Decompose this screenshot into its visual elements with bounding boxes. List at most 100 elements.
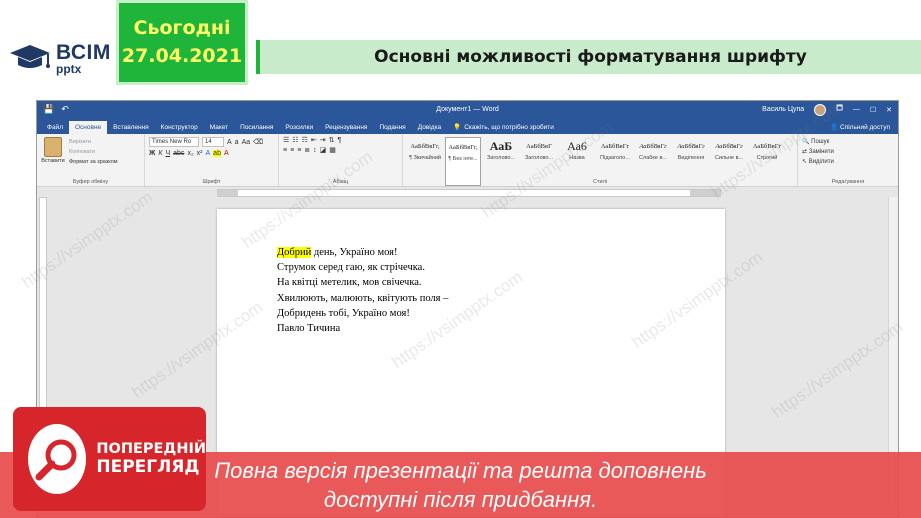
document-author: Павло Тичина — [277, 323, 341, 335]
tab-mailings[interactable]: Розсилки — [279, 124, 319, 134]
tab-help[interactable]: Довідка — [412, 124, 447, 134]
lightbulb-icon: 💡 — [453, 124, 462, 131]
font-size-select[interactable]: 14 — [202, 137, 224, 147]
numbering-icon[interactable]: ☷ — [292, 137, 298, 144]
sort-icon[interactable]: ⇅ — [329, 137, 335, 144]
document-line: На квітці метелик, мов свічечка. — [277, 277, 422, 289]
style-preview: АаБбВвГг, — [410, 142, 440, 150]
slide-title-bar: Основні можливості форматування шрифту — [256, 40, 921, 74]
document-line: Хвилюють, малюють, квітують поля – — [277, 292, 449, 304]
highlight-color-icon[interactable]: ab — [213, 150, 221, 157]
clear-format-icon[interactable]: ⌫ — [253, 139, 263, 146]
tell-me-text: Скажіть, що потрібно зробити — [464, 123, 554, 131]
style-name: ¶ Звичайний — [409, 155, 441, 161]
style-preview: АаБ — [489, 138, 513, 153]
copy-button[interactable]: Копіювати — [69, 149, 118, 155]
subscript-icon[interactable]: x₂ — [187, 150, 193, 157]
style-name: Назва — [569, 155, 585, 161]
select-button[interactable]: ↖ Виділити — [802, 158, 894, 165]
search-icon: 🔍 — [802, 139, 810, 145]
superscript-icon[interactable]: x² — [197, 150, 203, 157]
replace-icon: ⇄ — [802, 149, 808, 155]
date-title: Сьогодні — [133, 16, 231, 39]
tab-design[interactable]: Конструктор — [155, 124, 204, 134]
clipboard-group: Вставити Вирізати Копіювати Формат за зр… — [37, 134, 145, 186]
style-preview: АаБбВвГг — [639, 142, 667, 150]
document-line: Добрий день, Україно моя! — [277, 245, 448, 260]
document-text[interactable]: Добрий день, Україно моя! Струмок серед … — [277, 245, 448, 336]
cut-button[interactable]: Вирізати — [69, 139, 118, 145]
line-spacing-icon[interactable]: ↕ — [313, 147, 317, 154]
decrease-indent-icon[interactable]: ⇤ — [311, 137, 317, 144]
style-name: Заголово... — [486, 155, 516, 161]
show-marks-icon[interactable]: ¶ — [337, 137, 341, 144]
tab-view[interactable]: Подання — [373, 124, 411, 134]
underline-icon[interactable]: Ч — [165, 150, 170, 157]
style-preview: АаБбВвГ — [526, 142, 552, 150]
font-group: Times New Ro 14 A a Aa ⌫ Ж К Ч abc x₂ x²… — [145, 134, 279, 186]
ribbon: Вставити Вирізати Копіювати Формат за зр… — [37, 134, 898, 187]
align-center-icon[interactable]: ≡ — [290, 147, 294, 154]
multilevel-list-icon[interactable]: ☶ — [302, 137, 308, 144]
paste-label: Вставити — [41, 158, 65, 164]
font-label: Шрифт — [202, 179, 221, 185]
paragraph-group: ☰ ☷ ☶ ⇤ ⇥ ⇅ ¶ ≡ ≡ ≡ ≣ ↕ ◪ ▦ Абзац — [279, 134, 403, 186]
font-name-select[interactable]: Times New Ro — [149, 137, 199, 147]
font-color-icon[interactable]: A — [224, 150, 229, 157]
shrink-font-icon[interactable]: a — [235, 139, 239, 146]
grow-font-icon[interactable]: A — [227, 139, 232, 146]
change-case-icon[interactable]: Aa — [242, 139, 251, 146]
ruler-scale[interactable] — [217, 189, 721, 197]
word-title-bar: 💾 ↶ Документ1 — Word Василь Цупа 🗖 — ☐ ✕ — [37, 101, 898, 118]
person-icon: 👤 — [830, 124, 839, 131]
replace-button[interactable]: ⇄ Замінити — [802, 148, 894, 155]
align-left-icon[interactable]: ≡ — [283, 147, 287, 154]
badge-line-1: ПОПЕРЕДНІЙ — [96, 440, 206, 457]
tab-file[interactable]: Файл — [41, 124, 69, 134]
justify-icon[interactable]: ≣ — [304, 147, 310, 154]
banner-line-1: Повна версія презентації та решта доповн… — [214, 457, 707, 483]
style-name: ¶ Без інте... — [448, 156, 478, 162]
format-painter-button[interactable]: Формат за зразком — [69, 159, 118, 165]
find-button[interactable]: 🔍 Пошук — [802, 138, 894, 145]
tab-references[interactable]: Посилання — [234, 124, 279, 134]
replace-label: Замінити — [808, 149, 834, 155]
style-name: Сильне в... — [714, 155, 744, 161]
cursor-icon: ↖ — [802, 159, 808, 165]
increase-indent-icon[interactable]: ⇥ — [320, 137, 326, 144]
style-name: Заголово... — [524, 155, 554, 161]
slide-title: Основні можливості форматування шрифту — [374, 47, 807, 67]
style-preview: АаБбВвГг — [752, 142, 782, 150]
bullets-icon[interactable]: ☰ — [283, 137, 289, 144]
borders-icon[interactable]: ▦ — [329, 147, 336, 154]
tab-insert[interactable]: Вставлення — [107, 124, 155, 134]
share-button[interactable]: 👤 Спільний доступ — [822, 123, 898, 134]
paragraph-label: Абзац — [332, 179, 349, 185]
find-label: Пошук — [811, 139, 830, 145]
horizontal-ruler[interactable] — [37, 187, 898, 199]
select-label: Виділити — [808, 159, 834, 165]
tab-layout[interactable]: Макет — [204, 124, 234, 134]
document-line: Добридень тобі, Україно моя! — [277, 307, 410, 319]
bold-icon[interactable]: Ж — [149, 150, 155, 157]
style-name: Виділення — [677, 155, 705, 161]
style-preview: АаБбВвГг — [715, 142, 743, 150]
styles-label: Стилі — [593, 179, 607, 185]
text-effects-icon[interactable]: A — [206, 150, 211, 157]
italic-icon[interactable]: К — [158, 150, 162, 157]
tab-home[interactable]: Основне — [68, 121, 108, 134]
align-right-icon[interactable]: ≡ — [297, 147, 301, 154]
tab-review[interactable]: Рецензування — [319, 124, 373, 134]
tell-me-box[interactable]: 💡 Скажіть, що потрібно зробити — [447, 123, 560, 134]
style-preview: Аа6 — [567, 138, 587, 153]
graduation-cap-icon — [10, 45, 50, 68]
strikethrough-icon[interactable]: abc — [173, 150, 184, 157]
badge-circle — [28, 424, 87, 494]
share-label: Спільний доступ — [840, 124, 890, 131]
logo-subtext: pptx — [56, 61, 82, 76]
clipboard-icon — [44, 137, 62, 157]
shading-icon[interactable]: ◪ — [320, 147, 327, 154]
clipboard-label: Буфер обміну — [72, 179, 109, 185]
style-name: Слабке в... — [639, 155, 667, 161]
style-preview: АаБбВвГг — [600, 142, 630, 150]
